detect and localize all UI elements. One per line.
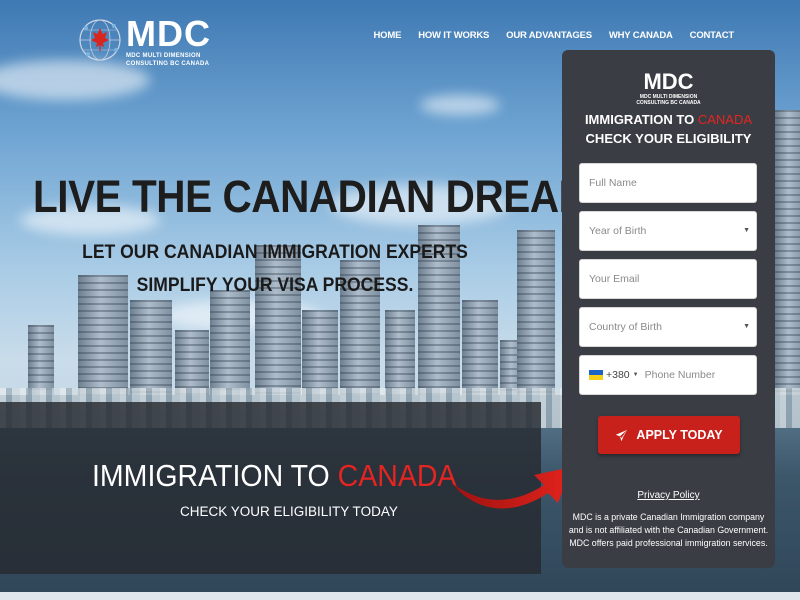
phone-country-code[interactable]: +380: [606, 369, 630, 381]
ukraine-flag-icon[interactable]: [589, 370, 603, 380]
nav-home[interactable]: HOME: [374, 30, 402, 41]
cta-title-part2: CANADA: [337, 458, 457, 493]
cta-title: IMMIGRATION TO CANADA: [92, 458, 456, 494]
cta-subtitle: CHECK YOUR ELIGIBILITY TODAY: [180, 504, 398, 519]
globe-maple-leaf-icon: [78, 16, 122, 68]
phone-placeholder: Phone Number: [644, 369, 716, 381]
site-logo[interactable]: MDC MDC MULTI DIMENSION CONSULTING BC CA…: [78, 16, 216, 68]
form-logo-subtitle-line2: CONSULTING BC CANADA: [636, 100, 701, 106]
main-nav: HOME HOW IT WORKS OUR ADVANTAGES WHY CAN…: [374, 30, 735, 41]
paper-plane-icon: [616, 429, 628, 441]
chevron-down-icon: ▼: [743, 323, 750, 330]
hero-subtitle-line2: SIMPLIFY YOUR VISA PROCESS.: [136, 274, 414, 296]
year-of-birth-select[interactable]: Year of Birth ▼: [579, 211, 757, 251]
email-placeholder: Your Email: [589, 273, 640, 285]
chevron-down-icon: ▼: [743, 227, 750, 234]
nav-our-advantages[interactable]: OUR ADVANTAGES: [506, 30, 592, 41]
phone-field[interactable]: +380 ▼ Phone Number: [579, 355, 757, 395]
country-of-birth-placeholder: Country of Birth: [589, 321, 662, 333]
nav-how-it-works[interactable]: HOW IT WORKS: [418, 30, 489, 41]
apply-today-label: APPLY TODAY: [636, 428, 723, 442]
cta-title-part1: IMMIGRATION TO: [92, 458, 330, 493]
form-title-part1: IMMIGRATION TO: [584, 112, 695, 127]
logo-wordmark: MDC: [126, 13, 211, 54]
form-title: IMMIGRATION TO CANADA: [562, 112, 775, 127]
eligibility-form-panel: MDC MDC MULTI DIMENSION CONSULTING BC CA…: [562, 50, 775, 568]
disclaimer-text: MDC is a private Canadian Immigration co…: [568, 512, 769, 548]
logo-subtitle: MDC MULTI DIMENSION CONSULTING BC CANADA: [126, 53, 210, 67]
year-of-birth-placeholder: Year of Birth: [589, 225, 647, 237]
apply-today-button[interactable]: APPLY TODAY: [598, 416, 740, 454]
privacy-policy-link[interactable]: Privacy Policy: [562, 490, 775, 501]
chevron-down-icon[interactable]: ▼: [633, 372, 639, 378]
nav-why-canada[interactable]: WHY CANADA: [609, 30, 673, 41]
nav-contact[interactable]: CONTACT: [690, 30, 735, 41]
email-field[interactable]: Your Email: [579, 259, 757, 299]
hero-subtitle-line1: LET OUR CANADIAN IMMIGRATION EXPERTS: [82, 241, 468, 263]
hero-title: LIVE THE CANADIAN DREAM: [33, 171, 592, 222]
country-of-birth-select[interactable]: Country of Birth ▼: [579, 307, 757, 347]
form-logo-wordmark: MDC: [643, 69, 694, 94]
full-name-placeholder: Full Name: [589, 177, 637, 189]
form-logo: MDC MDC MULTI DIMENSION CONSULTING BC CA…: [562, 69, 775, 107]
full-name-field[interactable]: Full Name: [579, 163, 757, 203]
form-title-line2: CHECK YOUR ELIGIBILITY: [585, 131, 752, 146]
form-title-part2: CANADA: [697, 112, 753, 127]
